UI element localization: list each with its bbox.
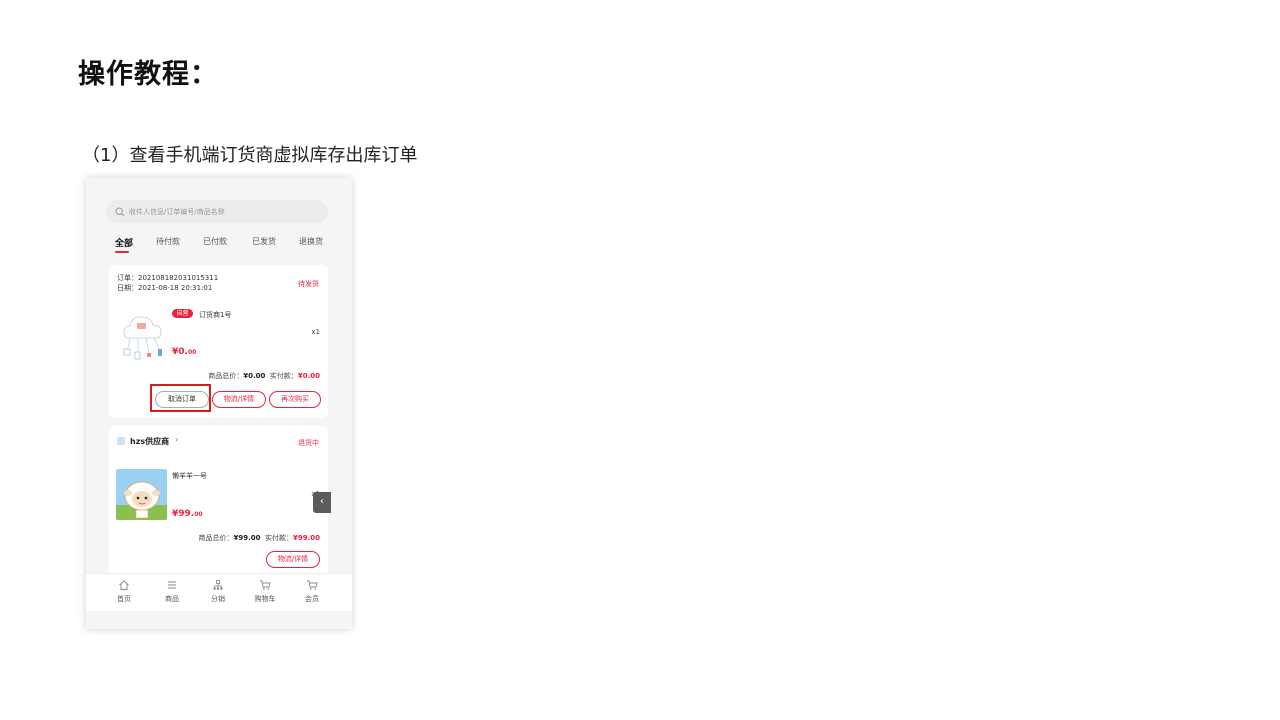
home-icon <box>119 580 129 590</box>
highlight-box <box>150 384 211 412</box>
order-totals: 商品总价：¥0.00 实付款：¥0.00 <box>208 372 320 380</box>
bottom-navigation: 首页 商品 分销 购物车 会员 <box>86 573 352 611</box>
nav-home-label: 首页 <box>117 595 131 603</box>
order-date: 日期：2021-08-18 20:31:01 <box>117 284 213 292</box>
nav-cart[interactable]: 购物车 <box>245 579 285 604</box>
collapse-arrow-icon[interactable]: ‹ <box>313 492 331 513</box>
product-quantity: x1 <box>311 328 320 336</box>
supplier-name[interactable]: hzs供应商 <box>130 436 169 447</box>
sheep-product-thumbnail <box>116 469 167 520</box>
search-placeholder: 收件人信息/订单编号/商品名称 <box>129 207 225 216</box>
nav-products[interactable]: 商品 <box>152 579 192 604</box>
self-operated-badge: 自营 <box>172 309 193 318</box>
nav-cart-label: 购物车 <box>254 595 276 603</box>
order-number: 订单：202108182031015311 <box>117 274 219 282</box>
order-totals: 商品总价：¥99.00 实付款：¥99.00 <box>198 534 320 542</box>
product-price: ¥99.00 <box>172 509 203 519</box>
logistics-details-button[interactable]: 物流/详情 <box>212 391 266 408</box>
tab-returns[interactable]: 退换货 <box>299 236 323 247</box>
nav-member-label: 会员 <box>305 595 319 603</box>
tab-paid[interactable]: 已付款 <box>203 236 227 247</box>
member-icon <box>307 580 318 590</box>
search-input[interactable]: 收件人信息/订单编号/商品名称 <box>106 200 328 223</box>
buy-again-button[interactable]: 再次购买 <box>269 391 321 408</box>
order-card[interactable]: hzs供应商 › 退货中 懒羊羊一号 x1 ¥99.00 商品总价：¥99.00… <box>109 426 328 576</box>
cart-icon <box>260 580 271 590</box>
order-status: 待发货 <box>298 280 319 288</box>
order-status: 退货中 <box>298 439 319 447</box>
page-title: 操作教程： <box>78 59 218 90</box>
product-name: 懒羊羊一号 <box>172 472 207 480</box>
nav-distribution-label: 分销 <box>211 595 225 603</box>
nav-products-label: 商品 <box>165 595 179 603</box>
slide: 操作教程： （1）查看手机端订货商虚拟库存出库订单 收件人信息/订单编号/商品名… <box>0 0 1280 720</box>
supplier-icon <box>117 437 125 445</box>
distribution-icon <box>213 580 223 590</box>
product-price: ¥0.00 <box>172 347 197 357</box>
step-caption: （1）查看手机端订货商虚拟库存出库订单 <box>82 145 418 166</box>
search-icon <box>115 206 125 217</box>
order-card[interactable]: 订单：202108182031015311 日期：2021-08-18 20:3… <box>109 265 328 418</box>
product-name: 订货商1号 <box>199 311 232 319</box>
tab-shipped[interactable]: 已发货 <box>252 236 276 247</box>
tab-pending-payment[interactable]: 待付款 <box>156 236 180 247</box>
tab-all[interactable]: 全部 <box>115 236 133 249</box>
chevron-right-icon: › <box>175 435 179 444</box>
phone-screenshot: 收件人信息/订单编号/商品名称 全部 待付款 已付款 已发货 退换货 订单：20… <box>86 178 352 629</box>
cloud-product-thumbnail <box>123 316 162 360</box>
nav-distribution[interactable]: 分销 <box>198 579 238 604</box>
active-tab-indicator <box>115 251 129 253</box>
nav-home[interactable]: 首页 <box>104 579 144 604</box>
nav-member[interactable]: 会员 <box>292 579 332 604</box>
logistics-details-button[interactable]: 物流/详情 <box>266 551 320 568</box>
list-icon <box>168 581 176 589</box>
